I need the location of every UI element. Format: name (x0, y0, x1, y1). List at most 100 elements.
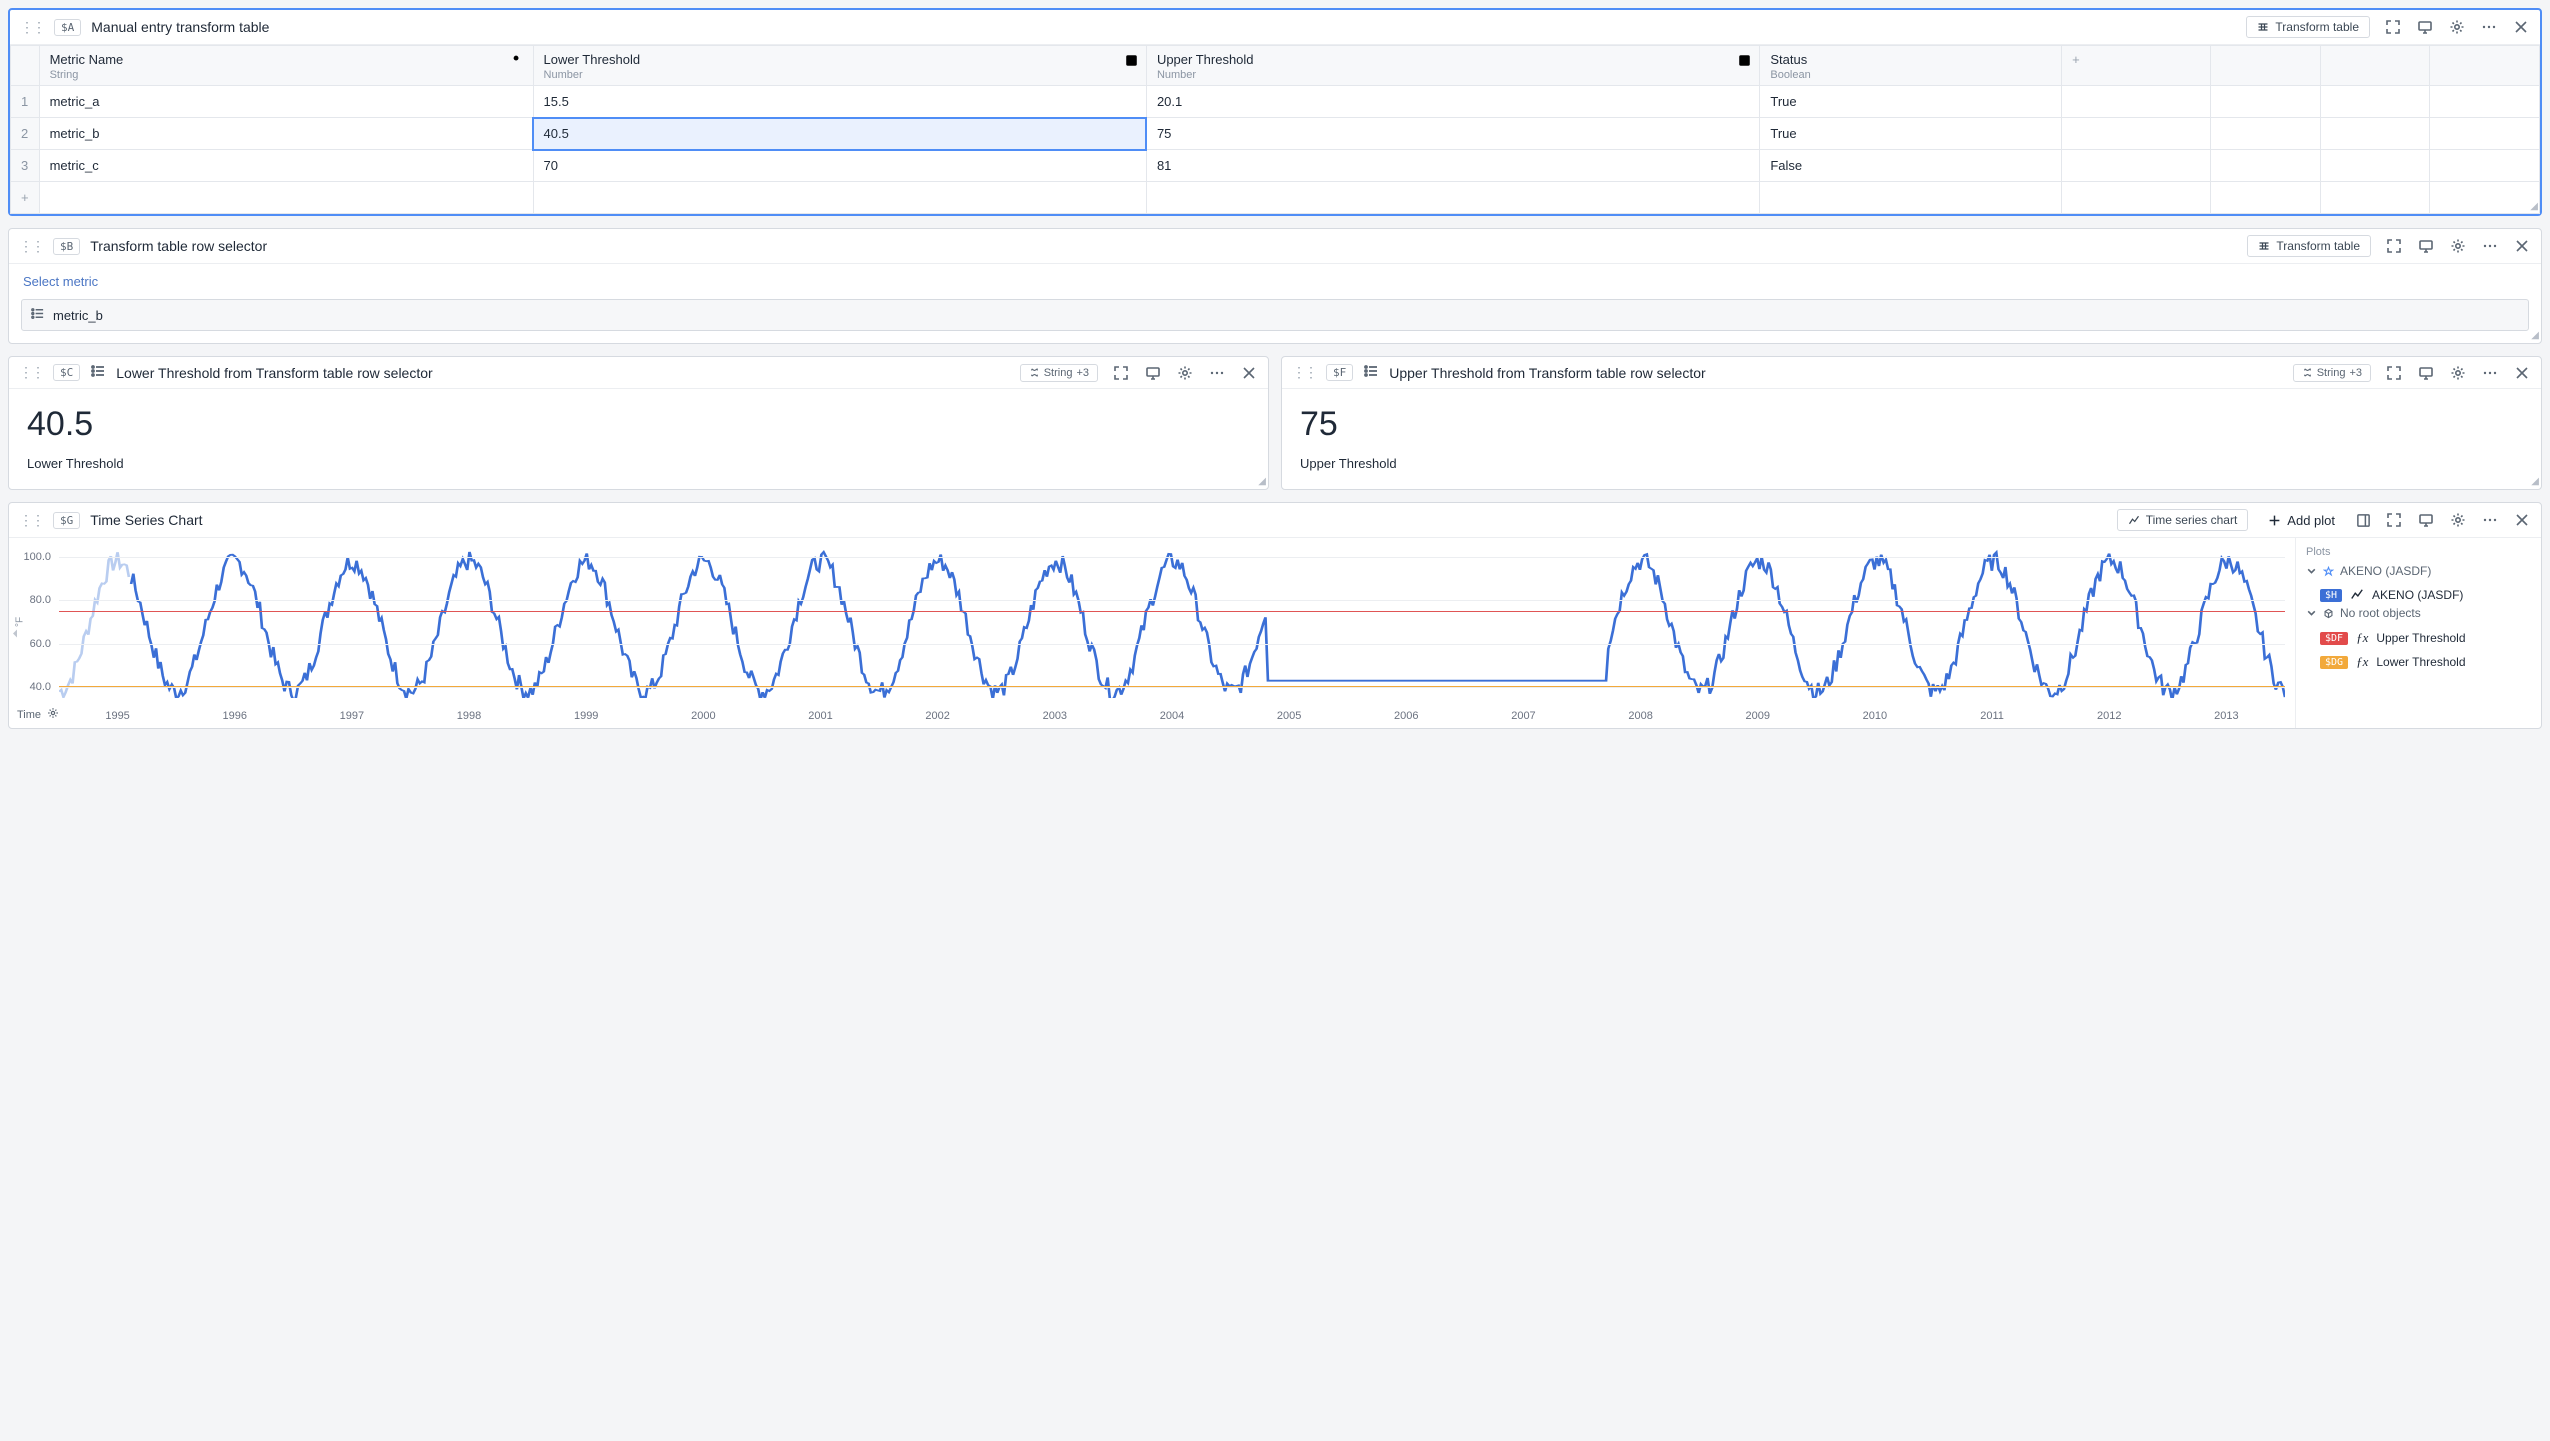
empty-cell[interactable] (2320, 150, 2430, 182)
close-icon[interactable] (1240, 364, 1258, 382)
plot-item-akeno[interactable]: $H AKENO (JASDF) (2306, 584, 2531, 606)
fullscreen-icon[interactable] (2384, 18, 2402, 36)
more-icon[interactable] (1208, 364, 1226, 382)
present-icon[interactable] (2417, 237, 2435, 255)
empty-cell[interactable] (2211, 86, 2321, 118)
empty-cell[interactable] (2211, 150, 2321, 182)
gear-icon[interactable] (2449, 237, 2467, 255)
column-header-metric-name[interactable]: Metric Name String (39, 46, 533, 86)
table-cell[interactable]: True (1760, 86, 2062, 118)
drag-handle-icon[interactable]: ⋮⋮ (19, 238, 43, 255)
row-number[interactable]: 3 (11, 150, 40, 182)
drag-handle-icon[interactable]: ⋮⋮ (19, 364, 43, 381)
gear-icon[interactable] (2449, 364, 2467, 382)
transform-table-button[interactable]: Transform table (2246, 16, 2370, 38)
plots-group-akeno[interactable]: AKENO (JASDF) (2306, 564, 2531, 578)
resize-handle-icon[interactable]: ◢ (2531, 476, 2539, 487)
chart-type-button[interactable]: Time series chart (2117, 509, 2249, 531)
table-cell[interactable]: metric_b (39, 118, 533, 150)
plot-area[interactable] (59, 546, 2285, 698)
present-icon[interactable] (2417, 364, 2435, 382)
close-icon[interactable] (2513, 237, 2531, 255)
card-title[interactable]: Time Series Chart (90, 512, 202, 528)
metric-select[interactable]: metric_b (21, 299, 2529, 331)
empty-cell[interactable] (39, 182, 533, 214)
plot-item-lower-threshold[interactable]: $DG ƒx Lower Threshold (2306, 650, 2531, 674)
more-icon[interactable] (2481, 237, 2499, 255)
table-cell[interactable]: 75 (1146, 118, 1759, 150)
empty-cell[interactable] (2320, 118, 2430, 150)
column-header-status[interactable]: Status Boolean (1760, 46, 2062, 86)
present-icon[interactable] (1144, 364, 1162, 382)
plots-group-no-root[interactable]: No root objects (2306, 606, 2531, 620)
present-icon[interactable] (2416, 18, 2434, 36)
chevron-down-icon[interactable] (1125, 54, 1138, 70)
empty-cell[interactable] (2430, 182, 2540, 214)
empty-cell[interactable] (2062, 182, 2211, 214)
empty-cell[interactable] (2211, 182, 2321, 214)
close-icon[interactable] (2513, 364, 2531, 382)
resize-handle-icon[interactable]: ◢ (1258, 476, 1266, 487)
empty-cell[interactable] (2211, 118, 2321, 150)
close-icon[interactable] (2512, 18, 2530, 36)
gear-icon[interactable] (1176, 364, 1194, 382)
empty-cell[interactable] (2430, 86, 2540, 118)
fullscreen-icon[interactable] (1112, 364, 1130, 382)
empty-cell[interactable] (2430, 150, 2540, 182)
resize-handle-icon[interactable]: ◢ (2530, 201, 2538, 212)
empty-cell[interactable] (2062, 118, 2211, 150)
more-icon[interactable] (2481, 364, 2499, 382)
add-row-button[interactable]: + (11, 182, 40, 214)
type-badge[interactable]: String +3 (2293, 364, 2371, 382)
fullscreen-icon[interactable] (2385, 511, 2403, 529)
table-cell[interactable]: 81 (1146, 150, 1759, 182)
present-icon[interactable] (2417, 511, 2435, 529)
chart-area[interactable]: °F 40.060.080.0100.0 1995199619971998199… (9, 538, 2296, 728)
table-cell[interactable]: 15.5 (533, 86, 1146, 118)
panel-toggle-icon[interactable] (2355, 512, 2371, 528)
gear-icon[interactable] (2448, 18, 2466, 36)
empty-cell[interactable] (1760, 182, 2062, 214)
column-header-lower-threshold[interactable]: Lower Threshold Number (533, 46, 1146, 86)
table-cell[interactable]: True (1760, 118, 2062, 150)
resize-handle-icon[interactable]: ◢ (2531, 330, 2539, 341)
card-toolbar: String +3 (2293, 364, 2531, 382)
empty-cell[interactable] (2062, 86, 2211, 118)
empty-cell[interactable] (533, 182, 1146, 214)
drag-handle-icon[interactable]: ⋮⋮ (1292, 364, 1316, 381)
more-icon[interactable] (2481, 511, 2499, 529)
transform-table-button[interactable]: Transform table (2247, 235, 2371, 257)
type-badge[interactable]: String +3 (1020, 364, 1098, 382)
drag-handle-icon[interactable]: ⋮⋮ (19, 512, 43, 529)
add-column-button[interactable]: + (2062, 46, 2211, 86)
card-title[interactable]: Lower Threshold from Transform table row… (116, 365, 432, 381)
chevron-down-icon[interactable] (1738, 54, 1751, 70)
table-cell[interactable]: 70 (533, 150, 1146, 182)
close-icon[interactable] (2513, 511, 2531, 529)
drag-handle-icon[interactable]: ⋮⋮ (20, 19, 44, 36)
gear-icon[interactable] (47, 707, 59, 722)
value-display: 75 (1282, 389, 2541, 450)
row-number[interactable]: 2 (11, 118, 40, 150)
table-cell[interactable]: 40.5 (533, 118, 1146, 150)
plot-item-upper-threshold[interactable]: $DF ƒx Upper Threshold (2306, 626, 2531, 650)
card-title[interactable]: Manual entry transform table (91, 19, 269, 35)
row-number[interactable]: 1 (11, 86, 40, 118)
card-title[interactable]: Transform table row selector (90, 238, 267, 254)
empty-cell[interactable] (2320, 182, 2430, 214)
empty-cell[interactable] (1146, 182, 1759, 214)
column-header-upper-threshold[interactable]: Upper Threshold Number (1146, 46, 1759, 86)
table-cell[interactable]: 20.1 (1146, 86, 1759, 118)
card-title[interactable]: Upper Threshold from Transform table row… (1389, 365, 1705, 381)
empty-cell[interactable] (2320, 86, 2430, 118)
gear-icon[interactable] (2449, 511, 2467, 529)
table-cell[interactable]: metric_a (39, 86, 533, 118)
empty-cell[interactable] (2062, 150, 2211, 182)
add-plot-button[interactable]: Add plot (2262, 510, 2341, 531)
empty-cell[interactable] (2430, 118, 2540, 150)
table-cell[interactable]: False (1760, 150, 2062, 182)
table-cell[interactable]: metric_c (39, 150, 533, 182)
more-icon[interactable] (2480, 18, 2498, 36)
fullscreen-icon[interactable] (2385, 364, 2403, 382)
fullscreen-icon[interactable] (2385, 237, 2403, 255)
